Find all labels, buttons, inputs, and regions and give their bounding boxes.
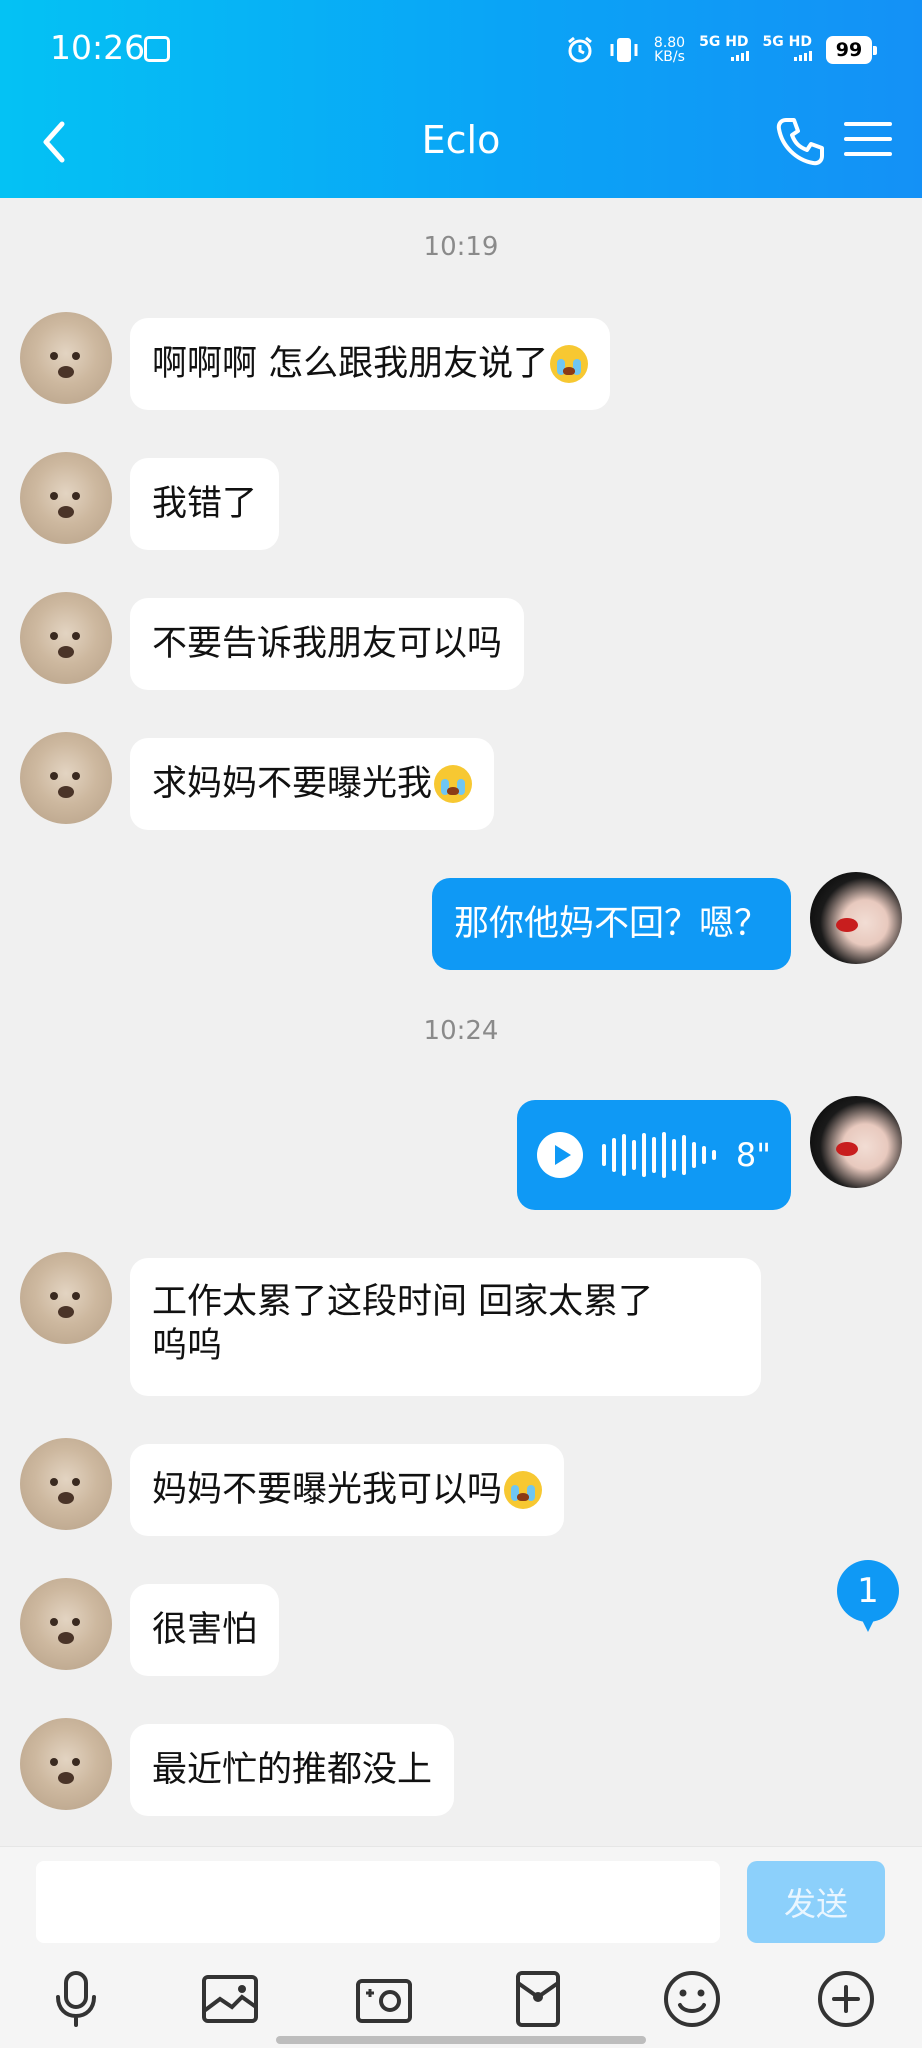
my-avatar[interactable] [810, 1096, 902, 1188]
alarm-icon [567, 36, 592, 63]
menu-line [844, 152, 892, 156]
red-packet-icon[interactable] [506, 1967, 570, 2031]
message-bubble-incoming[interactable]: 最近忙的推都没上 [130, 1724, 455, 1816]
menu-line [844, 122, 892, 126]
play-icon[interactable] [537, 1132, 583, 1178]
microphone-icon[interactable] [44, 1967, 108, 2031]
message-bubble-incoming[interactable]: 妈妈不要曝光我可以吗 [130, 1444, 565, 1536]
plus-icon[interactable] [814, 1967, 878, 2031]
message-text: 不要告诉我朋友可以吗 [152, 624, 503, 664]
message-text: 那你他妈不回？嗯？ [453, 904, 769, 944]
vibrate-icon [610, 38, 638, 62]
message-text: 很害怕 [152, 1610, 258, 1650]
camera-icon[interactable] [352, 1967, 416, 2031]
message-text: 求妈妈不要曝光我 [152, 764, 433, 804]
message-bubble-outgoing[interactable]: 那你他妈不回？嗯？ [431, 878, 791, 970]
contact-avatar[interactable] [20, 1252, 112, 1344]
image-icon[interactable] [198, 1967, 262, 2031]
voice-duration: 8" [735, 1136, 771, 1174]
contact-avatar[interactable] [20, 732, 112, 824]
signal-bars-icon [730, 51, 749, 61]
phone-call-button[interactable] [772, 114, 828, 170]
message-text: 啊啊啊 怎么跟我朋友说了 [152, 344, 549, 384]
composer: 发送 [0, 1846, 922, 2048]
timestamp: 10:19 [423, 232, 499, 262]
message-text: 我错了 [152, 484, 258, 524]
message-text-line: 呜呜 [152, 1326, 223, 1366]
unread-badge[interactable]: 1 [837, 1560, 899, 1632]
chat-area[interactable]: 10:19 啊啊啊 怎么跟我朋友说了 我错了 不要告诉我朋友可以吗 求妈妈不要曝… [0, 198, 922, 1846]
input-toolbar [0, 1967, 922, 2037]
voice-message-bubble[interactable]: 8" [517, 1100, 791, 1210]
signal-1: 5G HD [699, 34, 749, 65]
speed-value: 8.80 [653, 35, 686, 51]
contact-avatar[interactable] [20, 1578, 112, 1670]
chat-header: 10:26 8.80 KB/s 5G HD 5G HD 99 Eclo [0, 0, 922, 198]
waveform-icon [602, 1130, 717, 1180]
signal-bars-icon [794, 51, 812, 61]
message-text: 妈妈不要曝光我可以吗 [152, 1470, 503, 1510]
contact-avatar[interactable] [20, 452, 112, 544]
nav-bar: Eclo [0, 100, 922, 198]
speed-unit: KB/s [654, 49, 685, 65]
menu-button[interactable] [844, 116, 892, 164]
contact-avatar[interactable] [20, 1718, 112, 1810]
message-bubble-incoming[interactable]: 我错了 [130, 458, 280, 550]
contact-avatar[interactable] [20, 1438, 112, 1530]
contact-avatar[interactable] [20, 312, 112, 404]
status-indicators: 8.80 KB/s 5G HD 5G HD 99 [566, 30, 877, 70]
home-indicator[interactable] [276, 2036, 646, 2044]
message-bubble-incoming[interactable]: 工作太累了这段时间 回家太累了 呜呜 [130, 1258, 761, 1396]
my-avatar[interactable] [810, 872, 902, 964]
network-type-2: 5G HD [762, 34, 812, 50]
contact-avatar[interactable] [20, 592, 112, 684]
message-bubble-incoming[interactable]: 不要告诉我朋友可以吗 [130, 598, 525, 690]
message-bubble-incoming[interactable]: 很害怕 [130, 1584, 280, 1676]
emoji-icon[interactable] [660, 1967, 724, 2031]
menu-line [844, 137, 892, 141]
message-text: 最近忙的推都没上 [152, 1750, 433, 1790]
message-bubble-incoming[interactable]: 啊啊啊 怎么跟我朋友说了 [130, 318, 611, 410]
signal-2: 5G HD [763, 35, 812, 65]
send-button[interactable]: 发送 [747, 1861, 885, 1943]
timestamp: 10:24 [423, 1016, 499, 1046]
message-bubble-incoming[interactable]: 求妈妈不要曝光我 [130, 738, 495, 830]
network-speed: 8.80 KB/s [654, 36, 685, 64]
crying-face-icon [434, 765, 473, 803]
sim-card-icon [144, 36, 170, 62]
status-time: 10:26 [50, 28, 146, 67]
battery-icon: 99 [826, 36, 877, 64]
network-type-1: 5G HD [699, 34, 749, 50]
crying-face-icon [550, 345, 589, 383]
message-input[interactable] [36, 1861, 720, 1943]
crying-face-icon [504, 1471, 543, 1509]
message-text-line: 工作太累了这段时间 回家太累了 [152, 1282, 654, 1322]
status-bar: 10:26 8.80 KB/s 5G HD 5G HD 99 [0, 0, 922, 100]
